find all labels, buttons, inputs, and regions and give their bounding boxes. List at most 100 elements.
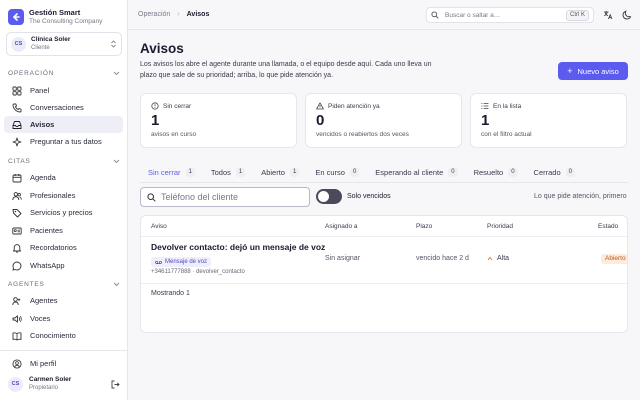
translate-icon[interactable] [603, 10, 613, 20]
sidebar-item-mi-perfil[interactable]: Mi perfil [4, 355, 123, 372]
aviso-priority-label: Alta [497, 255, 510, 262]
stat-card-en-la-lista: En la lista 1 con el filtro actual [470, 93, 627, 148]
sidebar-item-label: Preguntar a tus datos [30, 137, 102, 146]
logout-icon[interactable] [111, 380, 120, 389]
breadcrumb-item[interactable]: Operación [138, 11, 170, 18]
moon-icon[interactable] [622, 10, 632, 20]
aviso-due: vencido hace 2 d [416, 255, 469, 262]
toggle-knob [318, 191, 329, 202]
tab-abierto[interactable]: Abierto 1 [253, 164, 307, 180]
table-footer: Mostrando 1 [151, 290, 190, 297]
chevron-down-icon [113, 159, 120, 164]
sidebar-item-label: Conocimiento [30, 331, 76, 340]
sidebar-item-conocimiento[interactable]: Conocimiento [4, 327, 123, 344]
stat-subtitle: con el filtro actual [481, 131, 532, 138]
overdue-only-label: Solo vencidos [347, 193, 391, 200]
stat-value: 1 [481, 112, 490, 129]
sidebar-item-avisos[interactable]: Avisos [4, 116, 123, 133]
section-citas[interactable]: CITAS [8, 158, 120, 165]
main-content: Avisos Los avisos los abre el agente dur… [128, 30, 640, 400]
sidebar-item-agenda[interactable]: Agenda [4, 169, 123, 186]
sort-label[interactable]: Lo que pide atención, primero [534, 193, 627, 200]
sidebar-item-pacientes[interactable]: Pacientes [4, 222, 123, 239]
overdue-only-toggle[interactable] [316, 189, 342, 204]
new-aviso-button[interactable]: + Nuevo aviso [558, 62, 628, 80]
tab-label: Todos [210, 167, 231, 177]
warning-icon [316, 102, 324, 110]
aviso-priority: Alta [487, 255, 509, 262]
chevron-up-icon [487, 256, 493, 261]
sidebar-item-preguntar[interactable]: Preguntar a tus datos [4, 133, 123, 150]
tab-count: 0 [448, 167, 458, 177]
user-circle-icon [12, 358, 22, 369]
sidebar-item-servicios[interactable]: Servicios y precios [4, 204, 123, 221]
tab-todos[interactable]: Todos 1 [203, 164, 253, 180]
sidebar-item-label: Agentes [30, 296, 58, 305]
user-role: Propietario [29, 385, 59, 391]
tab-count: 0 [565, 167, 575, 177]
voicemail-icon [155, 260, 162, 264]
sidebar-item-profesionales[interactable]: Profesionales [4, 187, 123, 204]
tab-count: 0 [508, 167, 518, 177]
aviso-title[interactable]: Devolver contacto: dejó un mensaje de vo… [151, 242, 325, 252]
sidebar-item-agentes[interactable]: Agentes [4, 292, 123, 309]
sidebar-item-label: Agenda [30, 173, 56, 182]
stat-card-piden-atencion: Piden atención ya 0 vencidos o reabierto… [305, 93, 462, 148]
stat-label: Sin cerrar [163, 102, 192, 110]
section-agentes[interactable]: AGENTES [8, 281, 120, 288]
tab-cerrado[interactable]: Cerrado 0 [526, 164, 583, 180]
tab-resuelto[interactable]: Resuelto 0 [466, 164, 526, 180]
chevron-down-icon [113, 282, 120, 287]
breadcrumb-current: Avisos [186, 11, 210, 18]
status-tabs: Sin cerrar 1 Todos 1 Abierto 1 En curso 0 Es… [140, 164, 583, 183]
tab-label: Abierto [261, 167, 285, 177]
plus-icon: + [567, 65, 573, 76]
divider [141, 236, 627, 237]
brand-logo-icon [8, 9, 24, 25]
section-label: OPERACIÓN [8, 70, 55, 77]
list-icon [481, 103, 489, 109]
tab-label: Resuelto [473, 167, 504, 177]
tab-sin-cerrar[interactable]: Sin cerrar 1 [140, 164, 203, 183]
phone-filter[interactable] [140, 187, 310, 207]
tab-label: En curso [315, 167, 345, 177]
aviso-tag: Mensaje de voz [151, 257, 212, 267]
breadcrumb: Operación › Avisos [138, 11, 209, 18]
user-avatar: CS [8, 376, 23, 392]
phone-filter-input[interactable] [161, 192, 301, 202]
voice-icon [12, 314, 22, 323]
sidebar-item-label: Pacientes [30, 226, 63, 235]
search-icon [431, 11, 439, 19]
new-aviso-label: Nuevo aviso [577, 66, 619, 76]
whatsapp-icon [12, 261, 22, 271]
page-title: Avisos [140, 41, 184, 56]
sidebar-item-label: Avisos [30, 120, 55, 129]
tab-count: 1 [185, 167, 195, 177]
divider [140, 182, 628, 183]
stat-subtitle: avisos en curso [151, 131, 197, 138]
aviso-meta: +34611777888 · devolver_contacto [151, 269, 245, 275]
divider [0, 350, 128, 351]
status-badge: Abierto [601, 254, 627, 264]
sidebar-item-panel[interactable]: Panel [4, 82, 123, 99]
stat-card-sin-cerrar: Sin cerrar 1 avisos en curso [140, 93, 297, 148]
tab-en-curso[interactable]: En curso 0 [307, 164, 367, 180]
sidebar-item-recordatorios[interactable]: Recordatorios [4, 239, 123, 256]
sidebar-item-conversaciones[interactable]: Conversaciones [4, 99, 123, 116]
sidebar-item-whatsapp[interactable]: WhatsApp [4, 257, 123, 274]
tab-count: 1 [289, 167, 300, 177]
client-switcher[interactable]: CS Clínica Soler Cliente [6, 32, 122, 56]
tab-esperando-cliente[interactable]: Esperando al cliente 0 [367, 164, 465, 180]
sidebar-item-label: Recordatorios [30, 243, 77, 252]
sidebar-item-label: Servicios y precios [30, 208, 93, 217]
global-search[interactable]: Buscar o saltar a… Ctrl K [426, 7, 594, 23]
divider [141, 283, 627, 284]
sidebar-item-voces[interactable]: Voces [4, 310, 123, 327]
tab-label: Cerrado [533, 167, 561, 177]
bell-icon [12, 243, 22, 253]
aviso-tag-label: Mensaje de voz [165, 259, 208, 265]
brand[interactable]: Gestión Smart The Consulting Company [8, 8, 102, 26]
sidebar: Gestión Smart The Consulting Company CS … [0, 0, 128, 400]
user-menu[interactable]: CS Carmen Soler Propietario [8, 376, 120, 392]
section-operacion[interactable]: OPERACIÓN [8, 70, 120, 77]
